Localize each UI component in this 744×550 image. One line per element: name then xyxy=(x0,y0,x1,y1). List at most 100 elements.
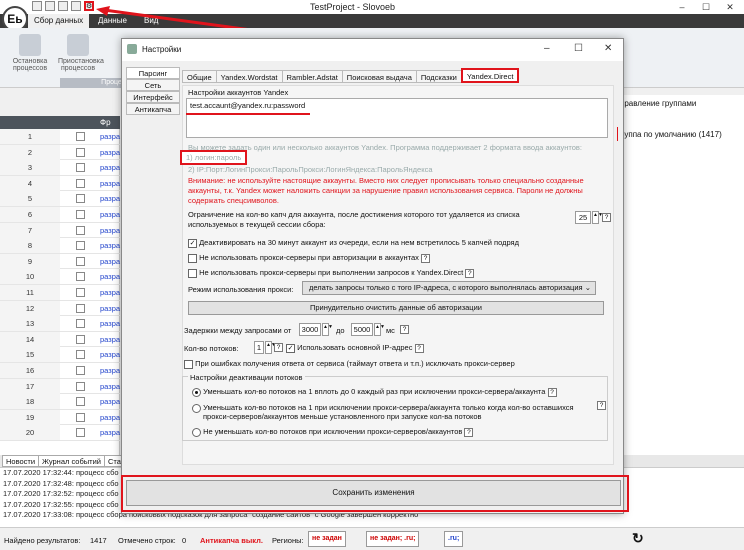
row-link[interactable]: разра xyxy=(100,191,120,206)
row-link[interactable]: разра xyxy=(100,363,120,378)
row-checkbox[interactable] xyxy=(76,256,85,266)
row-link[interactable]: разра xyxy=(100,129,120,144)
open-folder-icon[interactable] xyxy=(45,1,55,11)
help-icon[interactable]: ? xyxy=(465,268,475,278)
threads-stepper[interactable]: ▲▼ xyxy=(265,341,276,354)
tab-event-log[interactable]: Журнал событий xyxy=(38,455,105,467)
row-link[interactable]: разра xyxy=(100,269,120,284)
list-icon[interactable] xyxy=(71,1,81,11)
app-close-icon[interactable]: ✕ xyxy=(718,0,742,14)
table-row[interactable]: 7 разра xyxy=(0,222,120,239)
delay-to-input[interactable]: 5000 xyxy=(351,323,373,336)
radio-option-3[interactable]: Не уменьшать кол-во потоков при исключен… xyxy=(192,427,474,437)
row-checkbox[interactable] xyxy=(76,147,85,157)
table-row[interactable]: 4 разра xyxy=(0,175,120,192)
region-google[interactable]: не задан xyxy=(308,531,346,547)
help-icon[interactable]: ? xyxy=(597,401,606,410)
row-link[interactable]: разра xyxy=(100,332,120,347)
captcha-limit-input[interactable]: 25 xyxy=(575,211,591,224)
region-yandex[interactable]: не задан; .ru; xyxy=(366,531,420,547)
radio-checked[interactable] xyxy=(192,387,201,397)
accounts-textarea[interactable]: test.accaunt@yandex.ru:password xyxy=(186,98,608,138)
tab-general[interactable]: Общие xyxy=(182,70,217,83)
row-checkbox[interactable] xyxy=(76,303,85,313)
captcha-limit-stepper[interactable]: ▲▼ xyxy=(592,211,603,224)
opt-deactivate[interactable]: ✓ Деактивировать на 30 минут аккаунт из … xyxy=(188,238,519,248)
row-link[interactable]: разра xyxy=(100,285,120,300)
timeout-exclude-option[interactable]: При ошибках получения ответа от сервиса … xyxy=(184,359,515,369)
row-link[interactable]: разра xyxy=(100,425,120,440)
row-checkbox[interactable] xyxy=(76,365,85,375)
row-link[interactable]: разра xyxy=(100,394,120,409)
tab-wordstat[interactable]: Yandex.Wordstat xyxy=(215,70,283,83)
table-row[interactable]: 18 разра xyxy=(0,394,120,410)
help-icon[interactable]: ? xyxy=(400,325,409,334)
refresh-icon[interactable]: ↻ xyxy=(632,530,644,547)
tab-news[interactable]: Новости xyxy=(2,455,40,467)
row-link[interactable]: разра xyxy=(100,254,120,269)
checkbox-checked[interactable]: ✓ xyxy=(188,238,197,248)
clear-auth-button[interactable]: Принудительно очистить данные об авториз… xyxy=(188,301,604,315)
row-link[interactable]: разра xyxy=(100,160,120,175)
row-checkbox[interactable] xyxy=(76,194,85,204)
save-icon[interactable] xyxy=(58,1,68,11)
region-other[interactable]: .ru; xyxy=(444,531,464,547)
row-checkbox[interactable] xyxy=(76,397,85,407)
row-checkbox[interactable] xyxy=(76,381,85,391)
row-checkbox[interactable] xyxy=(76,225,85,235)
help-icon[interactable]: ? xyxy=(414,343,424,353)
stop-processes-button[interactable]: Остановка процессов xyxy=(10,34,50,72)
row-link[interactable]: разра xyxy=(100,301,120,316)
row-link[interactable]: разра xyxy=(100,316,120,331)
row-link[interactable]: разра xyxy=(100,379,120,394)
app-minimize-icon[interactable]: – xyxy=(670,0,694,14)
row-checkbox[interactable] xyxy=(76,178,85,188)
radio[interactable] xyxy=(192,427,201,437)
tab-network[interactable]: Сеть xyxy=(126,79,180,91)
grid-header-phrase[interactable]: Фр xyxy=(100,118,111,127)
pause-processes-button[interactable]: Приостановка процессов xyxy=(58,34,104,72)
row-link[interactable]: разра xyxy=(100,145,120,160)
row-checkbox[interactable] xyxy=(76,319,85,329)
row-checkbox[interactable] xyxy=(76,241,85,251)
checkbox[interactable] xyxy=(184,359,193,369)
dialog-maximize-icon[interactable]: ☐ xyxy=(574,43,583,54)
table-row[interactable]: 3 разра xyxy=(0,160,120,176)
tab-yandex-direct[interactable]: Yandex.Direct xyxy=(460,68,520,83)
help-icon[interactable]: ? xyxy=(421,253,430,263)
help-icon[interactable]: ? xyxy=(274,343,283,352)
delay-from-stepper[interactable]: ▲▼ xyxy=(322,323,333,336)
app-maximize-icon[interactable]: ☐ xyxy=(694,0,718,14)
row-checkbox[interactable] xyxy=(76,334,85,344)
table-row[interactable]: 20 разра xyxy=(0,425,120,441)
tab-serp[interactable]: Поисковая выдача xyxy=(341,70,417,83)
new-file-icon[interactable] xyxy=(32,1,42,11)
table-row[interactable]: 14 разра xyxy=(0,331,120,348)
table-row[interactable]: 15 разра xyxy=(0,347,120,363)
row-link[interactable]: разра xyxy=(100,176,120,191)
table-row[interactable]: 5 разра xyxy=(0,191,120,207)
table-row[interactable]: 10 разра xyxy=(0,269,120,285)
dialog-close-icon[interactable]: ✕ xyxy=(604,43,612,54)
menu-tab-collect[interactable]: Сбор данных xyxy=(28,14,90,28)
checkbox[interactable] xyxy=(188,268,197,278)
table-row[interactable]: 11 разра xyxy=(0,284,120,301)
row-checkbox[interactable] xyxy=(76,209,85,219)
radio-option-1[interactable]: Уменьшать кол-во потоков на 1 вплоть до … xyxy=(192,387,557,397)
radio[interactable] xyxy=(192,403,201,413)
tab-parsing[interactable]: Парсинг xyxy=(126,67,180,79)
row-link[interactable]: разра xyxy=(100,207,120,222)
tab-adstat[interactable]: Rambler.Adstat xyxy=(281,70,343,83)
table-row[interactable]: 19 разра xyxy=(0,409,120,426)
row-checkbox[interactable] xyxy=(76,350,85,360)
threads-input[interactable]: 1 xyxy=(254,341,264,354)
table-row[interactable]: 16 разра xyxy=(0,362,120,379)
row-checkbox[interactable] xyxy=(76,163,85,173)
row-link[interactable]: разра xyxy=(100,238,120,253)
table-row[interactable]: 8 разра xyxy=(0,238,120,254)
tab-anticaptcha[interactable]: Антикапча xyxy=(126,103,180,115)
row-checkbox[interactable] xyxy=(76,287,85,297)
dialog-minimize-icon[interactable]: – xyxy=(544,43,550,54)
help-icon[interactable]: ? xyxy=(547,387,557,397)
tab-interface[interactable]: Интерфейс xyxy=(126,91,180,103)
